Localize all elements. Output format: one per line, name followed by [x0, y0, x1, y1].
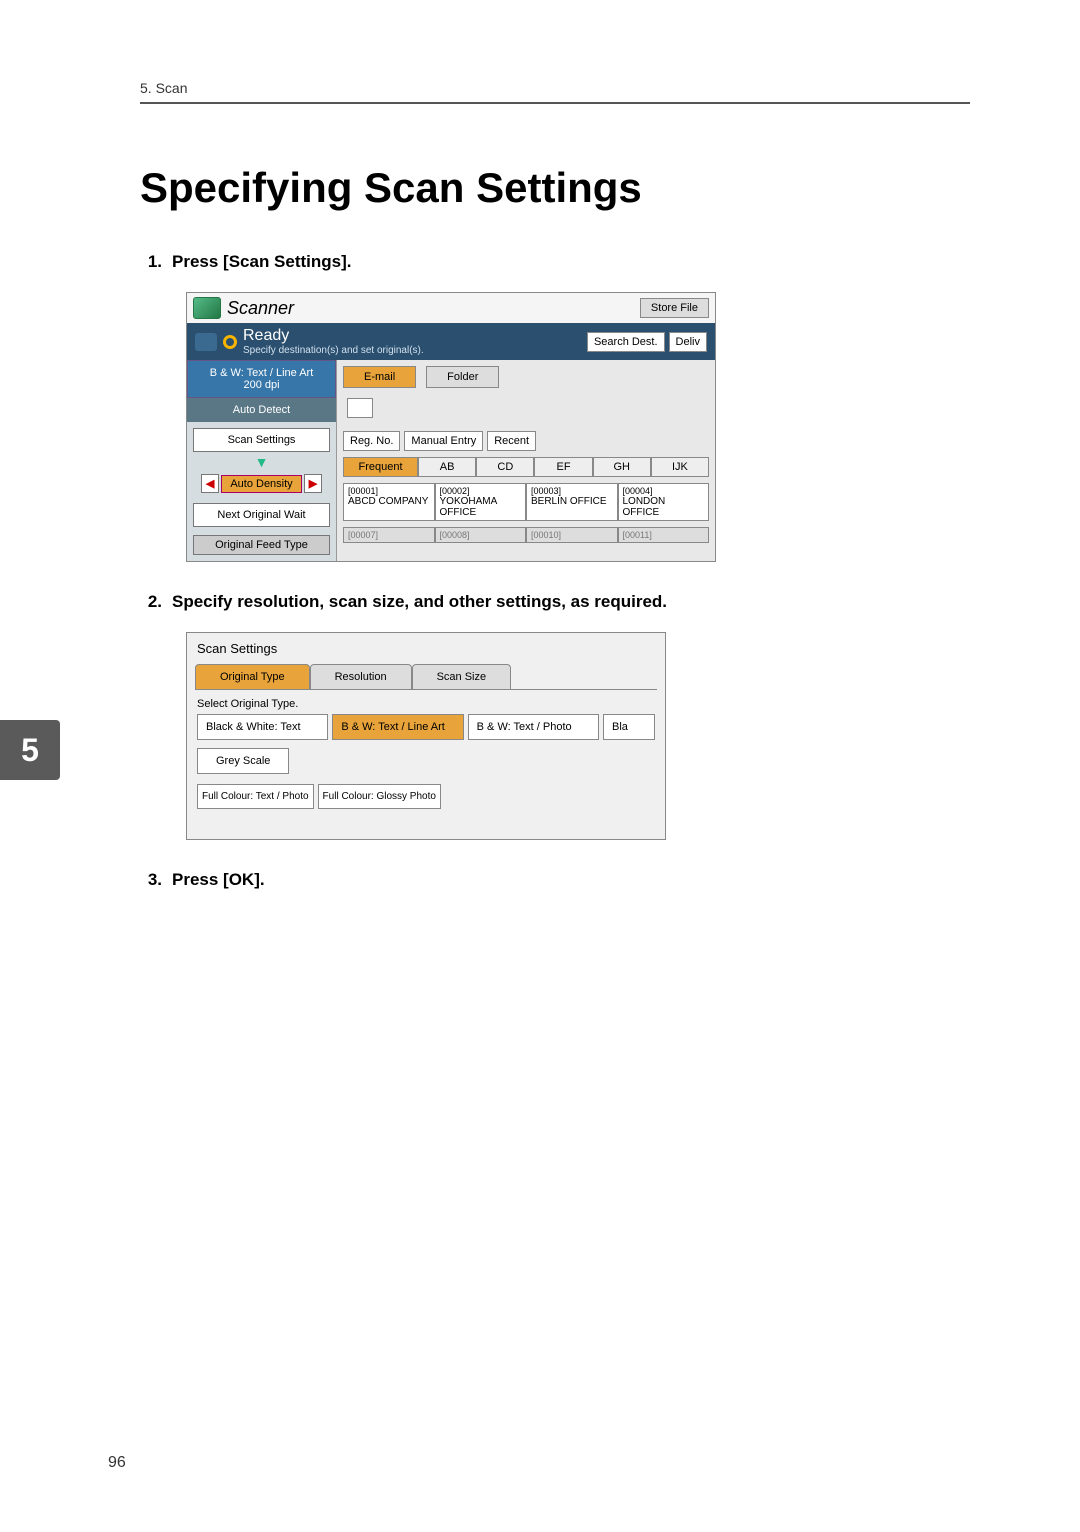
dest-4[interactable]: [00004]LONDON OFFICE: [618, 483, 710, 521]
full-colour-glossy-button[interactable]: Full Colour: Glossy Photo: [318, 784, 441, 809]
manual-entry-button[interactable]: Manual Entry: [404, 431, 483, 451]
dest-10[interactable]: [00010]: [526, 527, 618, 543]
dest-2[interactable]: [00002]YOKOHAMA OFFICE: [435, 483, 527, 521]
deliv-button[interactable]: Deliv: [669, 332, 707, 352]
ready-sub: Specify destination(s) and set original(…: [243, 345, 424, 356]
tab-resolution[interactable]: Resolution: [310, 664, 412, 689]
density-right-button[interactable]: ▶: [304, 474, 322, 493]
store-file-button[interactable]: Store File: [640, 298, 709, 318]
hdd-icon: [195, 333, 217, 351]
bw-text-photo-button[interactable]: B & W: Text / Photo: [468, 714, 599, 740]
bw-mode-panel: B & W: Text / Line Art 200 dpi: [187, 360, 336, 398]
step-2-num: 2.: [140, 592, 162, 612]
tab-ab[interactable]: AB: [418, 457, 476, 477]
density-left-button[interactable]: ◀: [201, 474, 219, 493]
scan-settings-title: Scan Settings: [187, 633, 665, 664]
dest-11[interactable]: [00011]: [618, 527, 710, 543]
bla-button[interactable]: Bla: [603, 714, 655, 740]
tab-folder[interactable]: Folder: [426, 366, 499, 388]
dest-3[interactable]: [00003]BERLIN OFFICE: [526, 483, 618, 521]
auto-density-button[interactable]: Auto Density: [221, 475, 301, 493]
auto-detect-label: Auto Detect: [187, 398, 336, 422]
tab-gh[interactable]: GH: [593, 457, 651, 477]
bw-text-button[interactable]: Black & White: Text: [197, 714, 328, 740]
arrow-down-icon: ▼: [187, 454, 336, 470]
recent-button[interactable]: Recent: [487, 431, 536, 451]
ready-status-icon: [223, 335, 237, 349]
page-title: Specifying Scan Settings: [140, 164, 970, 212]
tab-scan-size[interactable]: Scan Size: [412, 664, 512, 689]
grey-scale-button[interactable]: Grey Scale: [197, 748, 289, 774]
step-3: 3. Press [OK].: [140, 870, 970, 890]
chapter-indicator: 5: [0, 720, 60, 780]
scan-settings-button[interactable]: Scan Settings: [193, 428, 330, 452]
ready-label: Ready: [243, 327, 424, 345]
scanner-label: Scanner: [227, 298, 294, 319]
next-original-button[interactable]: Next Original Wait: [193, 503, 330, 527]
select-original-label: Select Original Type.: [187, 690, 665, 714]
section-header: 5. Scan: [140, 80, 970, 104]
bw-line2: 200 dpi: [190, 379, 333, 391]
tab-cd[interactable]: CD: [476, 457, 534, 477]
full-colour-text-photo-button[interactable]: Full Colour: Text / Photo: [197, 784, 314, 809]
step-3-text: Press [OK].: [172, 870, 265, 890]
original-feed-button[interactable]: Original Feed Type: [193, 535, 330, 555]
page-number: 96: [108, 1454, 126, 1472]
tab-email[interactable]: E-mail: [343, 366, 416, 388]
tab-ijk[interactable]: IJK: [651, 457, 709, 477]
search-dest-button[interactable]: Search Dest.: [587, 332, 665, 352]
reg-no-button[interactable]: Reg. No.: [343, 431, 400, 451]
dest-1[interactable]: [00001]ABCD COMPANY: [343, 483, 435, 521]
tab-frequent[interactable]: Frequent: [343, 457, 418, 477]
step-2: 2. Specify resolution, scan size, and ot…: [140, 592, 970, 612]
dest-7[interactable]: [00007]: [343, 527, 435, 543]
attachment-icon[interactable]: [347, 398, 373, 418]
step-3-num: 3.: [140, 870, 162, 890]
tab-original-type[interactable]: Original Type: [195, 664, 310, 689]
step-1-num: 1.: [140, 252, 162, 272]
scanner-icon: [193, 297, 221, 319]
dest-8[interactable]: [00008]: [435, 527, 527, 543]
scanner-screenshot: Scanner Store File Ready Specify destina…: [186, 292, 716, 562]
scan-settings-screenshot: Scan Settings Original Type Resolution S…: [186, 632, 666, 840]
step-2-text: Specify resolution, scan size, and other…: [172, 592, 667, 612]
step-1: 1. Press [Scan Settings].: [140, 252, 970, 272]
tab-ef[interactable]: EF: [534, 457, 592, 477]
bw-line-art-button[interactable]: B & W: Text / Line Art: [332, 714, 463, 740]
bw-line1: B & W: Text / Line Art: [190, 367, 333, 379]
step-1-text: Press [Scan Settings].: [172, 252, 352, 272]
